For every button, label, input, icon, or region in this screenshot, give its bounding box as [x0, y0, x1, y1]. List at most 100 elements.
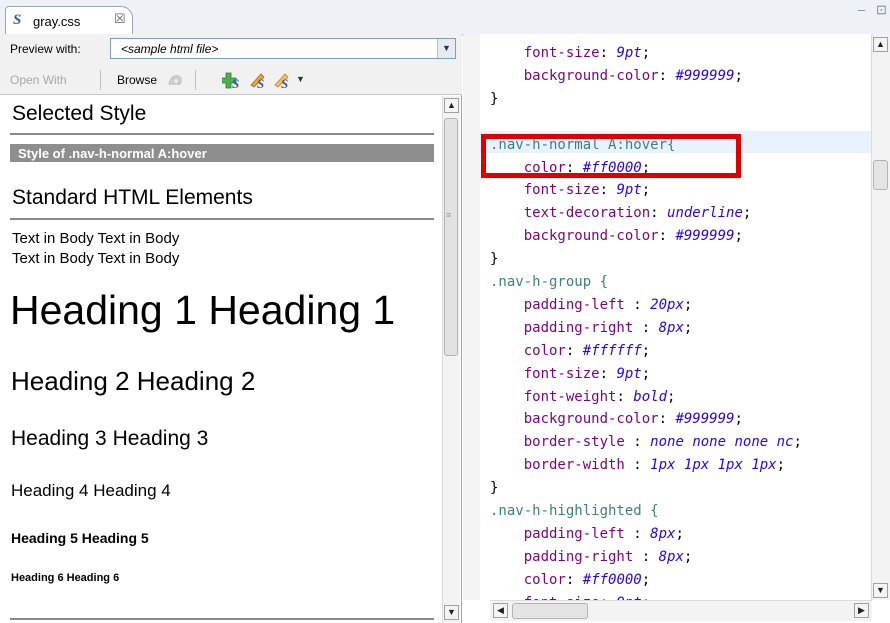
- body-text-line-2: Text in Body Text in Body: [12, 250, 180, 267]
- css-separator: :: [624, 525, 651, 542]
- css-value: 9pt: [616, 182, 642, 199]
- css-property: font-weight: [523, 388, 617, 405]
- scroll-down-icon[interactable]: ▼: [444, 605, 459, 620]
- heading-1-sample: Heading 1 Heading 1: [10, 287, 396, 333]
- selected-style-heading: Selected Style: [12, 102, 147, 125]
- css-semicolon: ;: [641, 45, 651, 61]
- css-value: 20px: [650, 296, 684, 313]
- css-value: 9pt: [616, 45, 642, 61]
- standard-elements-heading: Standard HTML Elements: [12, 186, 253, 209]
- code-line[interactable]: color: #ff0000;: [490, 569, 650, 591]
- code-line[interactable]: background-color: #999999;: [490, 65, 743, 87]
- code-line[interactable]: padding-right : 8px;: [490, 546, 693, 568]
- scroll-up-icon[interactable]: ▲: [873, 37, 888, 52]
- css-value: #999999: [675, 67, 735, 84]
- svg-text:S: S: [281, 76, 288, 89]
- css-separator: :: [616, 388, 634, 405]
- highlight-annotation-box: [481, 134, 741, 178]
- css-semicolon: ;: [734, 67, 743, 84]
- scroll-left-icon[interactable]: ◀: [493, 603, 508, 618]
- edit-style-icon[interactable]: S: [248, 71, 268, 89]
- css-brace: }: [490, 90, 499, 107]
- css-property: font-size: [523, 45, 600, 61]
- heading-2-sample: Heading 2 Heading 2: [11, 366, 256, 396]
- code-area[interactable]: font-size: 9pt; background-color: #99999…: [490, 34, 872, 600]
- scroll-right-icon[interactable]: ▶: [854, 603, 869, 618]
- code-line[interactable]: .nav-h-highlighted {: [490, 500, 659, 522]
- code-line[interactable]: background-color: #999999;: [490, 225, 743, 247]
- scrollbar-thumb[interactable]: [444, 118, 458, 356]
- minimize-icon[interactable]: –: [858, 2, 865, 17]
- css-property: padding-right: [523, 319, 634, 336]
- css-semicolon: ;: [641, 365, 651, 382]
- css-separator: :: [633, 548, 659, 565]
- open-with-button[interactable]: Open With: [10, 73, 67, 87]
- code-line[interactable]: }: [490, 248, 498, 270]
- preview-vertical-scrollbar[interactable]: ▲ ≡ ▼: [442, 96, 460, 623]
- code-line[interactable]: padding-left : 8px;: [490, 523, 684, 545]
- css-value: 9pt: [616, 365, 642, 382]
- editor-horizontal-scrollbar[interactable]: ◀ ▶: [490, 600, 872, 621]
- css-property: padding-left: [523, 296, 625, 313]
- grip-icon: ≡: [446, 210, 452, 220]
- scroll-up-icon[interactable]: ▲: [444, 98, 459, 113]
- code-line[interactable]: text-decoration: underline;: [490, 202, 752, 224]
- scrollbar-thumb[interactable]: [512, 603, 588, 619]
- code-line[interactable]: padding-left : 20px;: [490, 294, 693, 316]
- css-value: none none none nc: [650, 434, 794, 451]
- tab-gray-css[interactable]: S gray.css ☒: [5, 6, 133, 34]
- code-line[interactable]: font-size: 9pt;: [490, 42, 650, 64]
- dropdown-arrow-icon[interactable]: ▼: [296, 74, 305, 84]
- toolbar-divider: [100, 70, 101, 90]
- divider: [10, 133, 434, 135]
- style-menu-icon[interactable]: S: [272, 71, 294, 89]
- css-property: padding-right: [523, 548, 634, 565]
- css-separator: :: [565, 571, 583, 588]
- scroll-down-icon[interactable]: ▼: [873, 583, 888, 598]
- css-selector: .nav-h-highlighted {: [490, 503, 659, 519]
- css-selector: .nav-h-group {: [490, 274, 609, 290]
- css-file-icon: S: [13, 12, 22, 28]
- code-line[interactable]: font-size: 9pt;: [490, 363, 650, 385]
- code-line[interactable]: .nav-h-group {: [490, 271, 608, 293]
- css-semicolon: ;: [683, 548, 693, 565]
- css-separator: :: [599, 45, 617, 61]
- css-semicolon: ;: [641, 342, 651, 359]
- style-preview-label: Style of .nav-h-normal A:hover: [18, 146, 207, 161]
- add-style-icon[interactable]: S: [222, 71, 242, 89]
- css-separator: :: [658, 228, 676, 245]
- css-value: bold: [633, 388, 668, 405]
- css-separator: :: [633, 319, 659, 336]
- code-line[interactable]: color: #ffffff;: [490, 340, 650, 362]
- css-semicolon: ;: [667, 388, 676, 405]
- css-property: color: [523, 571, 566, 588]
- scrollbar-thumb[interactable]: [873, 160, 888, 190]
- code-line[interactable]: background-color: #999999;: [490, 408, 743, 430]
- code-line[interactable]: }: [490, 477, 498, 499]
- chevron-down-icon[interactable]: ▼: [437, 39, 455, 58]
- code-line[interactable]: border-style : none none none nc;: [490, 431, 802, 453]
- code-line[interactable]: padding-right : 8px;: [490, 317, 693, 339]
- css-semicolon: ;: [641, 571, 651, 588]
- code-line[interactable]: font-size: 9pt;: [490, 592, 650, 600]
- css-semicolon: ;: [683, 319, 693, 336]
- preview-file-select[interactable]: <sample html file> ▼: [110, 38, 456, 59]
- code-line[interactable]: font-weight: bold;: [490, 386, 676, 408]
- svg-text:S: S: [257, 76, 264, 89]
- css-semicolon: ;: [734, 228, 743, 245]
- css-separator: :: [624, 296, 651, 313]
- code-line[interactable]: }: [490, 88, 498, 110]
- browse-button[interactable]: Browse: [117, 73, 157, 87]
- css-source-editor[interactable]: font-size: 9pt; background-color: #99999…: [463, 34, 890, 623]
- code-line[interactable]: border-width : 1px 1px 1px 1px;: [490, 454, 785, 476]
- editor-vertical-scrollbar[interactable]: ▲ ▼: [871, 34, 890, 600]
- code-line[interactable]: font-size: 9pt;: [490, 179, 650, 201]
- heading-5-sample: Heading 5 Heading 5: [11, 530, 149, 546]
- browser-icon[interactable]: [166, 72, 186, 88]
- css-property: border-width: [523, 457, 625, 474]
- maximize-icon[interactable]: ⊡: [876, 2, 887, 18]
- css-separator: :: [658, 411, 676, 428]
- css-separator: :: [650, 205, 668, 222]
- preview-with-label: Preview with:: [10, 42, 81, 56]
- close-icon[interactable]: ☒: [114, 11, 126, 27]
